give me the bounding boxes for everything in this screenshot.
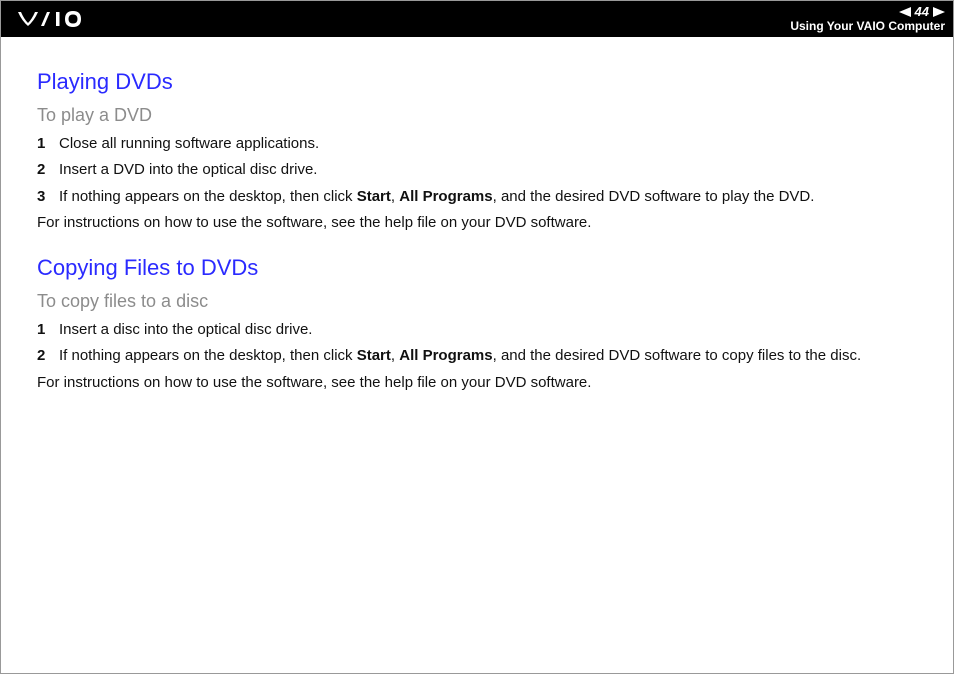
footer-note-playing: For instructions on how to use the softw… xyxy=(37,213,917,233)
step-number: 1 xyxy=(37,134,59,154)
page-content: Playing DVDs To play a DVD 1 Close all r… xyxy=(1,37,953,393)
step-list-playing: 1 Close all running software application… xyxy=(37,134,917,207)
step-text: Close all running software applications. xyxy=(59,134,917,154)
subheading-to-play-a-dvd: To play a DVD xyxy=(37,105,917,126)
heading-copying-files: Copying Files to DVDs xyxy=(37,255,917,281)
bold-start: Start xyxy=(357,188,391,205)
text-run: , and the desired DVD software to copy f… xyxy=(493,347,862,364)
list-item: 1 Close all running software application… xyxy=(37,134,917,154)
list-item: 2 Insert a DVD into the optical disc dri… xyxy=(37,160,917,180)
bold-all-programs: All Programs xyxy=(399,347,492,364)
step-number: 3 xyxy=(37,187,59,207)
header-right: 44 Using Your VAIO Computer xyxy=(790,5,945,32)
heading-playing-dvds: Playing DVDs xyxy=(37,69,917,95)
step-text: Insert a DVD into the optical disc drive… xyxy=(59,160,917,180)
step-number: 2 xyxy=(37,160,59,180)
list-item: 1 Insert a disc into the optical disc dr… xyxy=(37,320,917,340)
step-list-copying: 1 Insert a disc into the optical disc dr… xyxy=(37,320,917,367)
bold-start: Start xyxy=(357,347,391,364)
page-number: 44 xyxy=(915,5,929,19)
page-header: 44 Using Your VAIO Computer xyxy=(1,1,953,37)
step-number: 1 xyxy=(37,320,59,340)
footer-note-copying: For instructions on how to use the softw… xyxy=(37,373,917,393)
subheading-to-copy-files: To copy files to a disc xyxy=(37,291,917,312)
bold-all-programs: All Programs xyxy=(399,188,492,205)
text-run: If nothing appears on the desktop, then … xyxy=(59,347,357,364)
vaio-logo-icon xyxy=(13,10,101,28)
step-text: If nothing appears on the desktop, then … xyxy=(59,187,917,207)
step-text: If nothing appears on the desktop, then … xyxy=(59,346,917,366)
list-item: 2 If nothing appears on the desktop, the… xyxy=(37,346,917,366)
list-item: 3 If nothing appears on the desktop, the… xyxy=(37,187,917,207)
nav-next-icon[interactable] xyxy=(933,7,945,17)
text-run: , and the desired DVD software to play t… xyxy=(493,188,815,205)
text-run: If nothing appears on the desktop, then … xyxy=(59,188,357,205)
text-run: , xyxy=(391,347,399,364)
header-section-title: Using Your VAIO Computer xyxy=(790,20,945,33)
text-run: , xyxy=(391,188,399,205)
step-text: Insert a disc into the optical disc driv… xyxy=(59,320,917,340)
step-number: 2 xyxy=(37,346,59,366)
nav-prev-icon[interactable] xyxy=(899,7,911,17)
